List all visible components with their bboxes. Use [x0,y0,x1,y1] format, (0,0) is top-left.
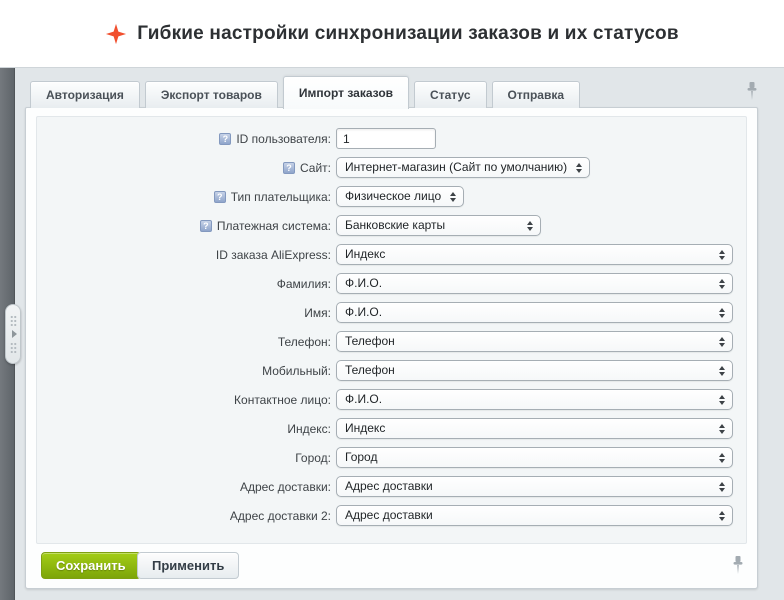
help-icon[interactable]: ? [219,133,231,145]
apply-button[interactable]: Применить [137,552,239,579]
pin-icon[interactable] [732,556,744,575]
select-arrows-icon [719,279,725,289]
star-icon [105,23,127,45]
form-row: ? Сайт: Интернет-магазин (Сайт по умолчани… [37,153,746,182]
form-row: ? ID пользователя: [37,124,746,153]
grip-dots-icon [10,342,17,353]
select-arrows-icon [719,453,725,463]
settings-panel: ? ID пользователя:? Сайт: Интернет-магазин … [25,107,758,589]
tab-1[interactable]: Экспорт товаров [145,81,278,108]
field-label: Адрес доставки 2: [230,509,331,523]
pin-icon[interactable] [746,82,758,101]
form-row: Фамилия: Ф.И.О. [37,269,746,298]
select-arrows-icon [576,163,582,173]
import-orders-form: ? ID пользователя:? Сайт: Интернет-магазин … [36,116,747,544]
tab-0[interactable]: Авторизация [30,81,140,108]
form-row: ? Тип плательщика: Физическое лицо [37,182,746,211]
form-row: ? Платежная система: Банковские карты [37,211,746,240]
select-arrows-icon [719,250,725,260]
select-arrows-icon [719,308,725,318]
form-row: Мобильный: Телефон [37,356,746,385]
select-arrows-icon [450,192,456,202]
tab-3[interactable]: Статус [414,81,486,108]
form-row: Телефон: Телефон [37,327,746,356]
field-label: Контактное лицо: [234,393,331,407]
tab-bar: АвторизацияЭкспорт товаровИмпорт заказов… [30,74,580,108]
field-label: Сайт: [300,161,331,175]
right-arrow-icon [12,330,17,338]
form-select[interactable]: Адрес доставки [336,476,733,497]
field-label: Платежная система: [217,219,331,233]
save-button[interactable]: Сохранить [41,552,141,579]
grip-dots-icon [10,315,17,326]
select-arrows-icon [719,511,725,521]
form-select[interactable]: Город [336,447,733,468]
field-label: Фамилия: [277,277,331,291]
form-select[interactable]: Ф.И.О. [336,273,733,294]
form-row: Имя: Ф.И.О. [37,298,746,327]
sidebar-toggle-handle[interactable] [5,304,21,364]
help-icon[interactable]: ? [283,162,295,174]
form-select[interactable]: Физическое лицо [336,186,464,207]
field-label: ID пользователя: [236,132,331,146]
form-select[interactable]: Адрес доставки [336,505,733,526]
form-row: Город: Город [37,443,746,472]
form-select[interactable]: Интернет-магазин (Сайт по умолчанию) [336,157,590,178]
field-label: Имя: [304,306,331,320]
form-select[interactable]: Индекс [336,418,733,439]
field-label: Адрес доставки: [240,480,331,494]
admin-workspace: АвторизацияЭкспорт товаровИмпорт заказов… [0,67,784,600]
form-select[interactable]: Банковские карты [336,215,541,236]
field-label: Телефон: [278,335,331,349]
form-row: Адрес доставки: Адрес доставки [37,472,746,501]
tab-2[interactable]: Импорт заказов [283,76,409,109]
select-arrows-icon [719,482,725,492]
form-select[interactable]: Индекс [336,244,733,265]
field-label: ID заказа AliExpress: [216,248,331,262]
form-select[interactable]: Телефон [336,331,733,352]
field-label: Тип плательщика: [231,190,331,204]
form-row: Контактное лицо: Ф.И.О. [37,385,746,414]
field-label: Мобильный: [262,364,331,378]
form-select[interactable]: Ф.И.О. [336,302,733,323]
help-icon[interactable]: ? [214,191,226,203]
help-icon[interactable]: ? [200,220,212,232]
form-select[interactable]: Ф.И.О. [336,389,733,410]
select-arrows-icon [719,366,725,376]
tab-4[interactable]: Отправка [492,81,581,108]
panel-footer: Сохранить Применить [26,544,757,588]
page-title: Гибкие настройки синхронизации заказов и… [137,23,678,45]
form-row: ID заказа AliExpress: Индекс [37,240,746,269]
text-input[interactable] [336,128,436,149]
field-label: Город: [295,451,331,465]
field-label: Индекс: [287,422,331,436]
select-arrows-icon [527,221,533,231]
select-arrows-icon [719,395,725,405]
select-arrows-icon [719,424,725,434]
form-row: Индекс: Индекс [37,414,746,443]
page-header: Гибкие настройки синхронизации заказов и… [0,0,784,67]
select-arrows-icon [719,337,725,347]
form-select[interactable]: Телефон [336,360,733,381]
form-row: Адрес доставки 2: Адрес доставки [37,501,746,530]
